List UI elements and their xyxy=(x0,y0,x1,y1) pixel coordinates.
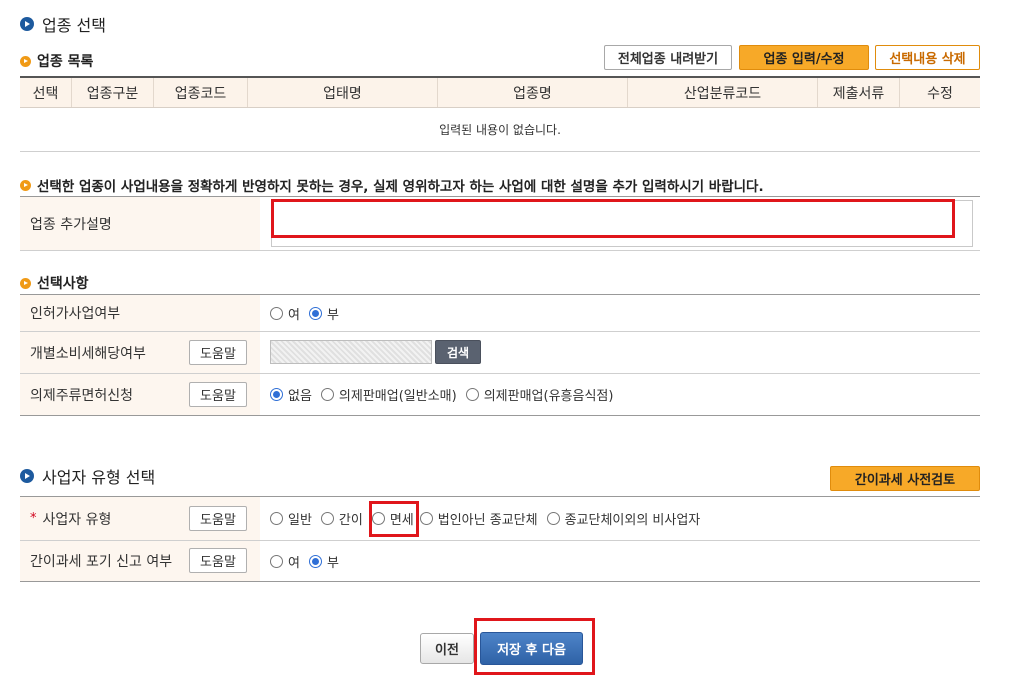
col-header: 업종구분 xyxy=(72,78,154,107)
industry-list-heading: 업종 목록 xyxy=(20,51,93,71)
page-title: 업종 선택 xyxy=(20,12,106,36)
biz-type-help-button[interactable]: 도움말 xyxy=(189,506,247,531)
radio-icon[interactable] xyxy=(419,512,433,525)
bullet-icon xyxy=(20,277,31,289)
abandon-radio-group: 여 부 xyxy=(270,541,348,581)
radio-selected-icon[interactable] xyxy=(308,306,322,320)
bullet-icon xyxy=(20,179,31,191)
industry-input-edit-button[interactable]: 업종 입력/수정 xyxy=(739,45,869,70)
bullet-icon xyxy=(20,55,31,67)
radio-icon[interactable] xyxy=(320,512,334,525)
page-title-text: 업종 선택 xyxy=(42,16,106,35)
biz-type-option-simplified[interactable]: 간이 xyxy=(320,509,363,528)
radio-icon[interactable] xyxy=(320,388,334,401)
col-header: 산업분류코드 xyxy=(628,78,818,107)
col-header: 업태명 xyxy=(248,78,438,107)
delete-selected-button[interactable]: 선택내용 삭제 xyxy=(875,45,980,70)
license-option-yes[interactable]: 여 xyxy=(270,304,300,323)
simplified-tax-precheck-button[interactable]: 간이과세 사전검토 xyxy=(830,466,980,491)
license-radio-group: 여 부 xyxy=(270,295,348,331)
liquor-option-retail[interactable]: 의제판매업(일반소매) xyxy=(320,385,457,404)
options-heading: 선택사항 xyxy=(20,273,89,293)
excise-search-button[interactable]: 검색 xyxy=(435,340,481,364)
liquor-radio-group: 없음 의제판매업(일반소매) 의제판매업(유흥음식점) xyxy=(270,374,622,415)
download-all-button[interactable]: 전체업종 내려받기 xyxy=(604,45,732,70)
biz-type-label-text: 사업자 유형 xyxy=(42,511,112,528)
excise-help-button[interactable]: 도움말 xyxy=(189,340,247,365)
industry-list-title: 업종 목록 xyxy=(37,54,94,70)
options-title: 선택사항 xyxy=(37,276,89,292)
biz-type-option-non-business[interactable]: 종교단체이외의 비사업자 xyxy=(546,509,700,528)
radio-icon[interactable] xyxy=(546,512,560,525)
radio-icon[interactable] xyxy=(270,306,283,320)
license-option-no[interactable]: 부 xyxy=(308,304,339,323)
required-mark: * xyxy=(30,511,37,526)
col-header: 제출서류 xyxy=(818,78,900,107)
liquor-option-entertainment[interactable]: 의제판매업(유흥음식점) xyxy=(465,385,613,404)
col-header: 선택 xyxy=(20,78,72,107)
biz-type-option-general[interactable]: 일반 xyxy=(270,509,312,528)
liquor-help-button[interactable]: 도움말 xyxy=(189,382,247,407)
additional-notice: 선택한 업종이 사업내용을 정확하게 반영하지 못하는 경우, 실제 영위하고자… xyxy=(20,175,764,195)
biz-type-title: 사업자 유형 선택 xyxy=(42,468,156,487)
radio-icon[interactable] xyxy=(270,554,283,568)
bullet-icon xyxy=(20,469,34,483)
biz-type-radio-group: 일반 간이 면세 법인아닌 종교단체 종교단체이외의 비사업자 xyxy=(270,497,709,540)
license-label: 인허가사업여부 xyxy=(20,295,260,331)
abandon-help-button[interactable]: 도움말 xyxy=(189,548,247,573)
liquor-option-none[interactable]: 없음 xyxy=(270,385,312,404)
abandon-option-no[interactable]: 부 xyxy=(308,552,339,571)
additional-notice-text: 선택한 업종이 사업내용을 정확하게 반영하지 못하는 경우, 실제 영위하고자… xyxy=(37,179,764,195)
prev-button[interactable]: 이전 xyxy=(420,633,474,664)
biz-type-option-religious[interactable]: 법인아닌 종교단체 xyxy=(419,509,538,528)
industry-table-empty-message: 입력된 내용이 없습니다. xyxy=(20,108,980,152)
industry-table-header: 선택 업종구분 업종코드 업태명 업종명 산업분류코드 제출서류 수정 xyxy=(20,76,980,108)
excise-code-input xyxy=(270,340,432,364)
radio-selected-icon[interactable] xyxy=(308,554,322,568)
biz-type-heading: 사업자 유형 선택 xyxy=(20,464,155,488)
col-header: 업종코드 xyxy=(154,78,248,107)
col-header: 수정 xyxy=(927,85,953,102)
abandon-option-yes[interactable]: 여 xyxy=(270,552,300,571)
radio-selected-icon[interactable] xyxy=(270,388,283,401)
highlight-box xyxy=(474,618,595,675)
highlight-box xyxy=(271,199,955,238)
bullet-icon xyxy=(20,17,34,31)
col-header: 업종명 xyxy=(438,78,628,107)
highlight-box xyxy=(369,501,419,537)
radio-icon[interactable] xyxy=(270,512,283,525)
additional-desc-label: 업종 추가설명 xyxy=(20,197,260,250)
radio-icon[interactable] xyxy=(465,388,479,401)
